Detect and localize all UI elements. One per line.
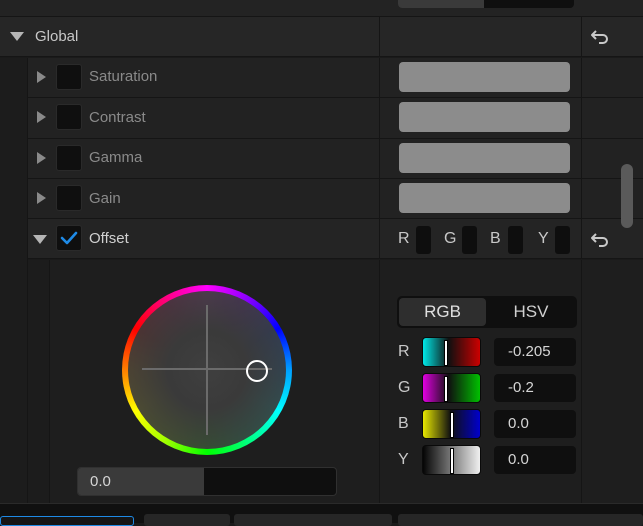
gain-value-bar[interactable] — [399, 183, 570, 213]
property-row-gain: Gain — [28, 179, 643, 219]
property-row-saturation: Saturation — [28, 58, 643, 98]
channel-y-marker[interactable] — [451, 449, 453, 473]
enable-checkbox[interactable] — [56, 64, 82, 90]
column-divider-right — [581, 179, 582, 219]
channel-label-y: Y — [538, 230, 549, 247]
indent-rail — [0, 58, 28, 523]
channel-b-value[interactable]: 0.0 — [494, 410, 576, 438]
column-divider-right — [581, 139, 582, 179]
property-row-offset: Offset R G B Y — [28, 219, 643, 259]
bottom-tab-active[interactable] — [0, 516, 134, 526]
undo-arrow-icon[interactable] — [590, 27, 610, 47]
column-divider-right — [581, 58, 582, 98]
expand-arrow-icon[interactable] — [37, 192, 46, 204]
property-label: Contrast — [89, 109, 146, 126]
channel-swatch-y[interactable] — [555, 226, 570, 254]
color-wheel-handle[interactable] — [246, 360, 268, 382]
column-divider — [379, 98, 380, 139]
channel-label-r: R — [398, 230, 410, 247]
channel-g-marker[interactable] — [445, 377, 447, 401]
channel-y-gradient[interactable] — [422, 445, 481, 475]
channel-label-g: G — [444, 230, 457, 247]
bottom-tab[interactable] — [144, 514, 230, 526]
bottom-tab[interactable] — [398, 514, 643, 526]
channel-swatch-r[interactable] — [416, 226, 431, 254]
channel-r-label: R — [398, 343, 410, 360]
column-divider — [379, 260, 380, 503]
channel-y-label: Y — [398, 451, 409, 468]
property-row-gamma: Gamma — [28, 139, 643, 179]
saturation-value-bar[interactable] — [399, 62, 570, 92]
property-label: Offset — [89, 230, 129, 247]
indent-rail-inner — [28, 260, 50, 503]
expand-arrow-icon[interactable] — [37, 152, 46, 164]
scrollbar-track[interactable] — [618, 58, 636, 503]
channel-g-label: G — [398, 379, 411, 396]
tab-hsv[interactable]: HSV — [487, 298, 575, 326]
top-partial-row — [0, 0, 643, 17]
channel-r-value[interactable]: -0.205 — [494, 338, 576, 366]
column-divider — [379, 219, 380, 259]
channel-r-marker[interactable] — [445, 341, 447, 365]
crosshair-vertical — [206, 305, 208, 435]
channel-r-gradient[interactable] — [422, 337, 481, 367]
enable-checkbox[interactable] — [56, 104, 82, 130]
column-divider — [379, 17, 380, 57]
property-row-contrast: Contrast — [28, 98, 643, 139]
scrollbar-thumb[interactable] — [621, 164, 633, 228]
bottom-bar — [0, 503, 643, 526]
channel-g-value[interactable]: -0.2 — [494, 374, 576, 402]
property-label: Gain — [89, 190, 121, 207]
expand-arrow-icon[interactable] — [37, 71, 46, 83]
channel-label-b: B — [490, 230, 501, 247]
enable-checkbox[interactable] — [56, 185, 82, 211]
column-divider — [379, 139, 380, 179]
column-divider-right — [581, 17, 582, 57]
column-divider — [379, 179, 380, 219]
channel-b-marker[interactable] — [451, 413, 453, 437]
tab-rgb[interactable]: RGB — [399, 298, 486, 326]
mode-toggle: RGB HSV — [397, 296, 577, 328]
column-divider-right — [581, 219, 582, 259]
expand-arrow-icon[interactable] — [37, 111, 46, 123]
offset-enable-checkbox[interactable] — [56, 225, 82, 251]
enable-checkbox[interactable] — [56, 145, 82, 171]
channel-swatch-b[interactable] — [508, 226, 523, 254]
tab-rgb-label: RGB — [424, 302, 461, 321]
collapse-arrow-icon[interactable] — [33, 235, 47, 244]
collapse-arrow-icon[interactable] — [10, 32, 24, 41]
column-divider-right — [581, 260, 582, 503]
channel-y-value[interactable]: 0.0 — [494, 446, 576, 474]
column-divider — [379, 58, 380, 98]
channel-b-label: B — [398, 415, 409, 432]
channel-b-gradient[interactable] — [422, 409, 481, 439]
wheel-value-slider[interactable]: 0.0 — [77, 467, 337, 496]
channel-swatch-g[interactable] — [462, 226, 477, 254]
gamma-value-bar[interactable] — [399, 143, 570, 173]
color-wheel[interactable] — [122, 285, 292, 455]
property-label: Gamma — [89, 149, 143, 166]
channel-g-gradient[interactable] — [422, 373, 481, 403]
contrast-value-bar[interactable] — [399, 102, 570, 132]
column-divider-right — [581, 98, 582, 139]
bottom-tab[interactable] — [234, 514, 392, 526]
property-label: Saturation — [89, 68, 158, 85]
undo-arrow-icon[interactable] — [590, 230, 610, 250]
checkmark-icon — [60, 231, 78, 245]
section-title: Global — [35, 28, 79, 45]
tab-hsv-label: HSV — [513, 302, 549, 321]
top-partial-input[interactable] — [398, 0, 574, 8]
global-section-header[interactable]: Global — [0, 17, 643, 57]
wheel-value-text: 0.0 — [90, 473, 111, 490]
